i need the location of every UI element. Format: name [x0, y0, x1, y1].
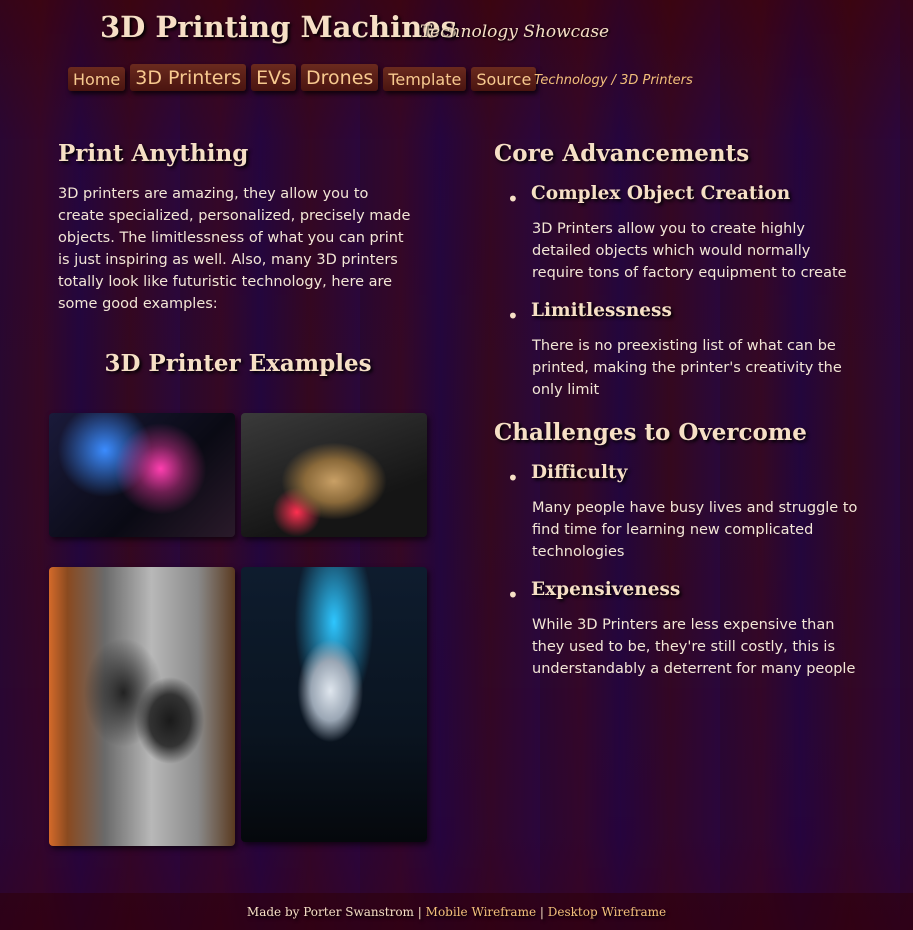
nav-3d-printers-button[interactable]: 3D Printers	[130, 64, 247, 91]
site-header: 3D Printing Machines Technology Showcase…	[0, 0, 913, 110]
item-title: Expensiveness	[531, 579, 681, 600]
bullet-icon: •	[507, 466, 519, 490]
printer-photo-neon	[49, 413, 235, 537]
printer-photo-hotend	[241, 413, 427, 537]
bullet-icon: •	[507, 583, 519, 607]
footer-separator: |	[539, 905, 544, 919]
nav-source-button[interactable]: Source	[471, 67, 537, 91]
list-item: • Difficulty Many people have busy lives…	[494, 462, 864, 563]
nav-template-button[interactable]: Template	[383, 67, 467, 91]
nav-home-button[interactable]: Home	[68, 67, 126, 91]
challenges-heading: Challenges to Overcome	[494, 419, 807, 446]
nav-evs-button[interactable]: EVs	[251, 64, 297, 91]
footer-credit: Made by Porter Swanstrom	[246, 905, 414, 919]
printer-photo-bed	[49, 567, 235, 846]
site-subtitle: Technology Showcase	[420, 22, 610, 42]
site-title: 3D Printing Machines	[100, 10, 457, 44]
challenges-section: Challenges to Overcome • Difficulty Many…	[494, 419, 864, 680]
list-item: • Expensiveness While 3D Printers are le…	[494, 579, 864, 680]
intro-heading: Print Anything	[58, 140, 249, 167]
item-text: There is no preexisting list of what can…	[532, 338, 842, 398]
footer-line: Made by Porter Swanstrom | Mobile Wirefr…	[247, 905, 666, 919]
details-section: Core Advancements • Complex Object Creat…	[494, 140, 864, 698]
intro-text: 3D printers are amazing, they allow you …	[58, 186, 411, 312]
intro-section: Print Anything 3D printers are amazing, …	[58, 140, 418, 315]
examples-heading: 3D Printer Examples	[104, 350, 372, 377]
list-item: • Complex Object Creation 3D Printers al…	[494, 183, 864, 284]
advancements-heading: Core Advancements	[494, 140, 750, 167]
item-text: Many people have busy lives and struggle…	[532, 500, 858, 560]
advancements-section: Core Advancements • Complex Object Creat…	[494, 140, 864, 401]
bullet-icon: •	[507, 187, 519, 211]
mobile-wireframe-link[interactable]: Mobile Wireframe	[426, 905, 536, 919]
item-title: Difficulty	[531, 462, 628, 483]
breadcrumb: Technology / 3D Printers	[534, 73, 693, 88]
item-title: Limitlessness	[531, 300, 672, 321]
footer-separator: |	[417, 905, 422, 919]
item-text: 3D Printers allow you to create highly d…	[532, 221, 847, 281]
item-title: Complex Object Creation	[531, 183, 791, 204]
site-footer: Made by Porter Swanstrom | Mobile Wirefr…	[0, 893, 913, 930]
nav-drones-button[interactable]: Drones	[301, 64, 379, 91]
item-text: While 3D Printers are less expensive tha…	[532, 617, 856, 677]
desktop-wireframe-link[interactable]: Desktop Wireframe	[548, 905, 666, 919]
bullet-icon: •	[507, 304, 519, 328]
main-nav: Home 3D Printers EVs Drones Template Sou…	[68, 64, 537, 91]
printer-photo-enclosed	[241, 567, 427, 842]
list-item: • Limitlessness There is no preexisting …	[494, 300, 864, 401]
